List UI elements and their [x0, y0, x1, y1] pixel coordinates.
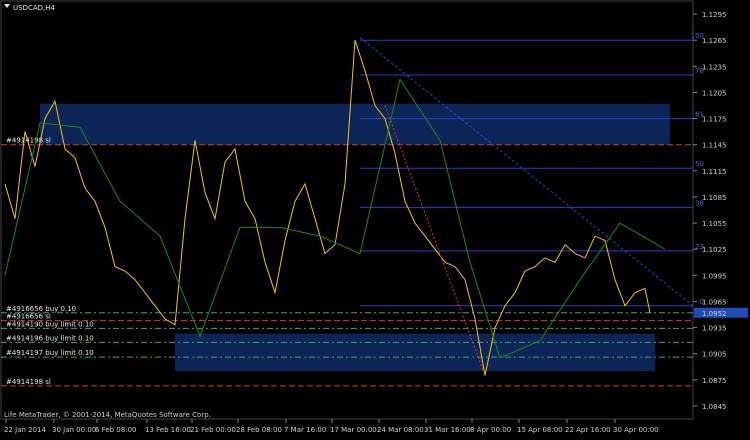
price-tick-label: 1.0905: [702, 351, 727, 359]
chart-window[interactable]: 100 76 61 50 38 23 0 #4914198 sl #4916656 buy 0…: [0, 0, 750, 436]
price-tick-label: 1.1265: [702, 37, 727, 45]
order-label: #4916656 buy 0.10: [6, 305, 76, 313]
current-price-label: 1.0952: [702, 310, 727, 318]
price-tick-label: 1.0965: [702, 298, 727, 306]
price-tick-label: 1.1175: [702, 116, 727, 124]
time-tick-label: 24 Mar 08:00: [377, 426, 424, 434]
time-tick-label: 22 Apr 16:00: [565, 426, 611, 434]
order-label: #4914196 buy limit 0.10: [6, 334, 94, 342]
time-tick-label: 13 Feb 16:00: [145, 426, 191, 434]
time-tick-label: 6 Feb 08:00: [95, 426, 136, 434]
time-tick-label: 15 Apr 08:00: [517, 426, 563, 434]
time-tick-label: 21 Feb 00:00: [190, 426, 236, 434]
price-tick-label: 1.0875: [702, 377, 727, 385]
stop-loss-label: #4914198 sl: [6, 378, 51, 386]
price-tick-label: 1.1295: [702, 11, 727, 19]
price-tick-label: 1.1115: [702, 168, 727, 176]
time-tick-label: 17 Mar 00:00: [330, 426, 377, 434]
price-tick-label: 1.1055: [702, 220, 727, 228]
price-tick-label: 1.1025: [702, 246, 727, 254]
demand-zone: [175, 333, 655, 372]
price-tick-label: 1.1205: [702, 89, 727, 97]
price-tick-label: 1.0935: [702, 325, 727, 333]
stop-loss-label: #4916656 sl: [6, 313, 51, 321]
time-tick-label: 31 Mar 16:00: [424, 426, 471, 434]
price-tick-label: 1.0995: [702, 272, 727, 280]
time-tick-label: 8 Apr 00:00: [470, 426, 511, 434]
price-tick-label: 1.0845: [702, 403, 727, 411]
time-tick-label: 22 Jan 2014: [4, 426, 47, 434]
order-label: #4914190 buy limit 0.10: [6, 320, 94, 328]
price-tick-label: 1.1085: [702, 194, 727, 202]
time-tick-label: 30 Jan 00:00: [52, 426, 96, 434]
price-tick-label: 1.1145: [702, 142, 727, 150]
price-tick-label: 1.1235: [702, 63, 727, 71]
supply-zone: [40, 103, 670, 145]
time-tick-label: 7 Mar 16:00: [284, 426, 326, 434]
time-tick-label: 30 Apr 00:00: [613, 426, 659, 434]
symbol-timeframe-label: USDCAD,H4: [13, 4, 56, 12]
time-tick-label: 28 Feb 08:00: [236, 426, 282, 434]
price-chart[interactable]: 10076615038230 #4914198 sl#4916656 buy 0…: [0, 0, 750, 436]
copyright-text: Life MetaTrader, © 2001-2014, MetaQuotes…: [4, 411, 211, 419]
order-label: #4914197 buy limit 0.10: [6, 349, 94, 357]
